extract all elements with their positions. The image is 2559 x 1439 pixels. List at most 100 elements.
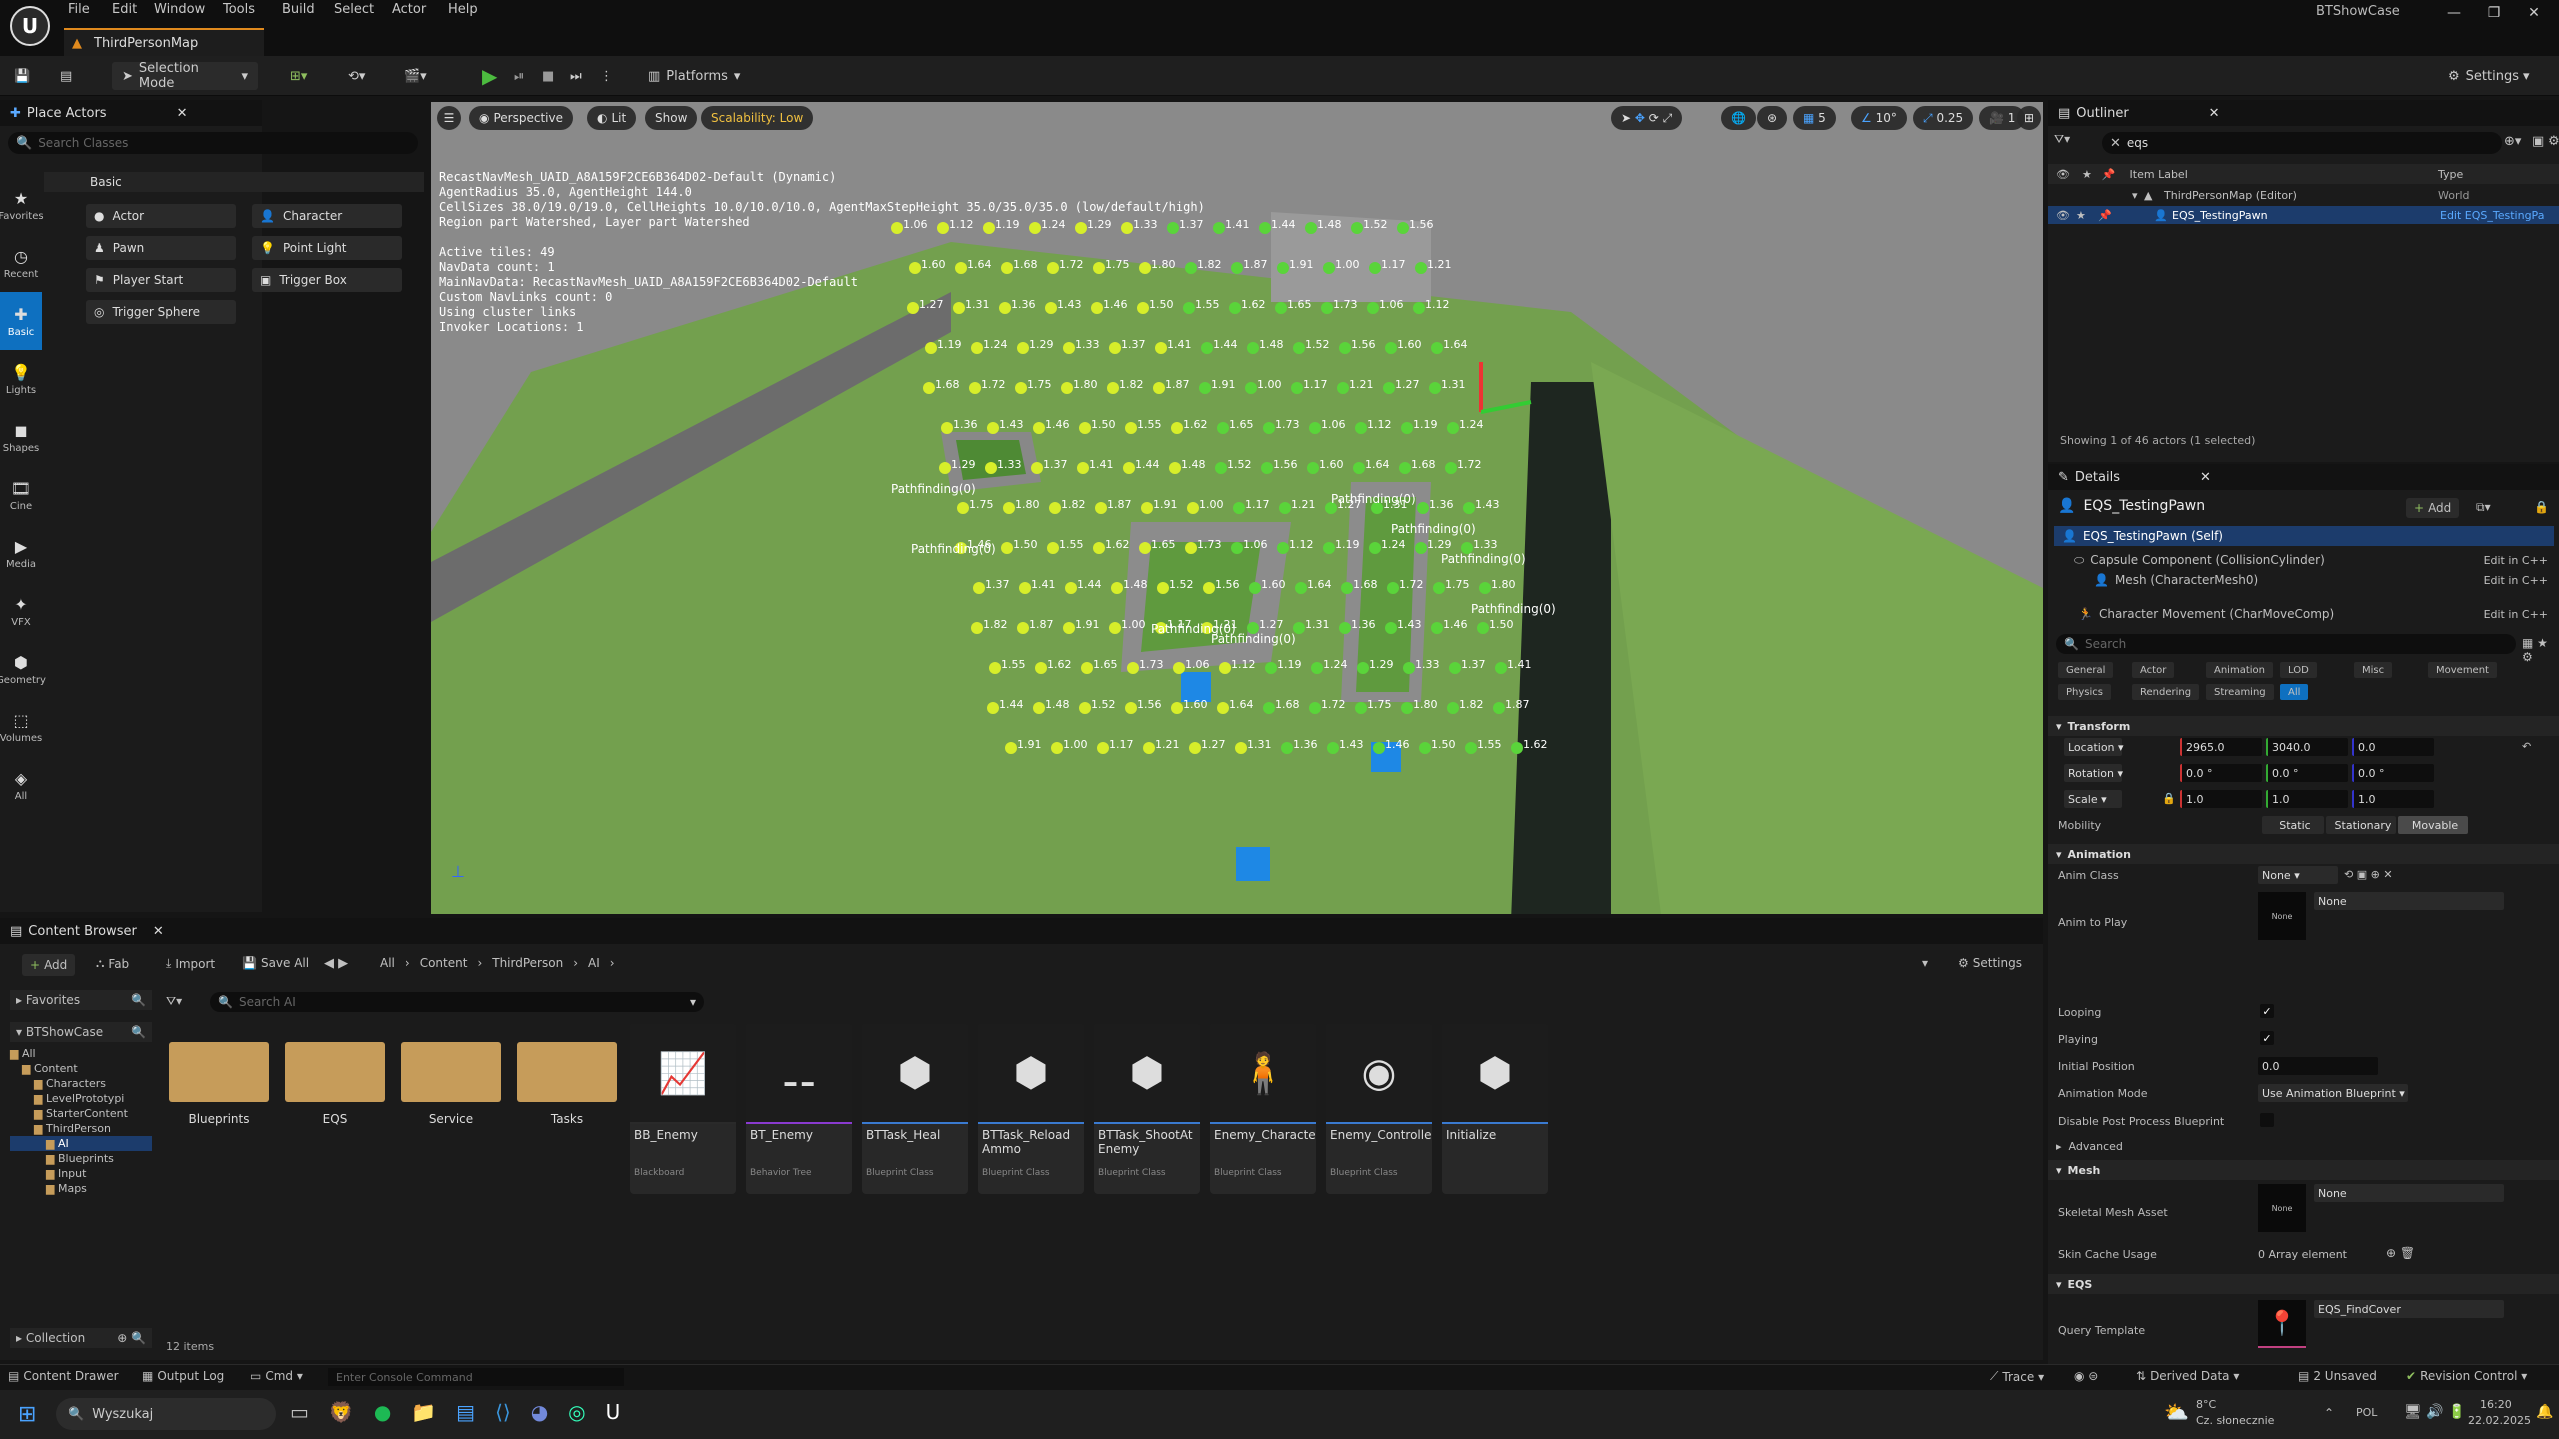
component-row[interactable]: ⬭ Capsule Component (CollisionCylinder) Ed… <box>2054 550 2554 570</box>
scalability-button[interactable]: Scalability: Low <box>701 106 814 130</box>
rotation-y-field[interactable]: 0.0 ° <box>2266 764 2348 782</box>
outliner-row-selected[interactable]: 👁 ★ 📌 👤 EQS_TestingPawn Edit EQS_Testing… <box>2048 206 2559 224</box>
eqs-section[interactable]: ▾ EQS <box>2048 1274 2559 1294</box>
menu-edit[interactable]: Edit <box>112 2 137 17</box>
anim-to-play-dropdown[interactable]: None <box>2314 892 2504 910</box>
menu-file[interactable]: File <box>68 2 90 17</box>
mobility-stationary[interactable]: Stationary <box>2326 816 2396 834</box>
rotation-x-field[interactable]: 0.0 ° <box>2180 764 2262 782</box>
category-recent[interactable]: ◷ Recent <box>0 234 42 292</box>
details-search-input[interactable]: 🔍 Search <box>2056 634 2516 654</box>
component-row-self[interactable]: 👤 EQS_TestingPawn (Self) <box>2054 526 2554 546</box>
filter-icon[interactable]: ⛛▾ <box>166 994 182 1009</box>
weather-icon[interactable]: ⛅ <box>2164 1400 2189 1424</box>
content-icon[interactable]: ▤ <box>60 62 72 90</box>
actor-item-point-light[interactable]: 💡 Point Light <box>252 236 402 260</box>
eject-icon[interactable]: ⏭ <box>570 62 582 90</box>
edit-cpp-link[interactable]: Edit in C++ <box>2484 574 2548 587</box>
discord-icon[interactable]: ◕ <box>531 1400 548 1424</box>
animation-section[interactable]: ▾ Animation <box>2048 844 2559 864</box>
clock-date[interactable]: 22.02.2025 <box>2468 1414 2531 1427</box>
edit-cpp-link[interactable]: Edit in C++ <box>2484 554 2548 567</box>
folder-tile[interactable]: Blueprints <box>166 1024 272 1194</box>
asset-tile[interactable]: ⬢ BTTask_ShootAt Enemy Blueprint Class <box>1094 1024 1200 1194</box>
scale-snap-button[interactable]: ⤢ 0.25 <box>1913 106 1974 130</box>
filter-chip[interactable]: Animation <box>2206 662 2273 678</box>
scale-dropdown[interactable]: Scale ▾ <box>2064 790 2122 808</box>
more-options-icon[interactable]: ⋮ <box>600 62 613 90</box>
import-button[interactable]: ⤓ Import <box>166 956 215 971</box>
asset-tile[interactable]: 🧍 Enemy_Character Blueprint Class <box>1210 1024 1316 1194</box>
filter-chip[interactable]: Misc <box>2354 662 2393 678</box>
tree-folder[interactable]: ▆ ThirdPerson <box>10 1121 152 1136</box>
menu-actor[interactable]: Actor <box>392 2 426 17</box>
category-lights[interactable]: 💡 Lights <box>0 350 42 408</box>
path-dropdown-icon[interactable]: ▾ <box>1922 956 1928 970</box>
spotify-icon[interactable]: ● <box>374 1400 391 1424</box>
actor-item-pawn[interactable]: ♟ Pawn <box>86 236 236 260</box>
asset-tile[interactable]: ⬢ BTTask_Reload Ammo Blueprint Class <box>978 1024 1084 1194</box>
scale-x-field[interactable]: 1.0 <box>2180 790 2262 808</box>
step-icon[interactable]: ⏯ <box>514 62 524 90</box>
asset-tile[interactable]: ◉ Enemy_Controller Blueprint Class <box>1326 1024 1432 1194</box>
asset-tile[interactable]: ⚋ BT_Enemy Behavior Tree <box>746 1024 852 1194</box>
breadcrumb-item[interactable]: ThirdPerson <box>492 956 563 970</box>
search-icon[interactable]: 🔍 <box>131 1025 146 1039</box>
maximize-icon[interactable]: ❐ <box>2474 0 2514 26</box>
clear-search-icon[interactable]: ✕ <box>2110 136 2121 151</box>
blueprints-icon[interactable]: ⟲▾ <box>348 62 365 90</box>
initial-position-field[interactable]: 0.0 <box>2258 1057 2378 1075</box>
actor-item-trigger-sphere[interactable]: ◎ Trigger Sphere <box>86 300 236 324</box>
filter-chip[interactable]: Actor <box>2132 662 2175 678</box>
collection-header[interactable]: ▸ Collection ⊕ 🔍 <box>10 1328 152 1348</box>
output-log-button[interactable]: ▦ Output Log <box>142 1369 224 1383</box>
edit-cpp-link[interactable]: Edit in C++ <box>2484 608 2548 621</box>
filter-chip[interactable]: Rendering <box>2132 684 2200 700</box>
brave-icon[interactable]: 🦁 <box>329 1400 354 1424</box>
tree-folder[interactable]: ▆ Characters <box>10 1076 152 1091</box>
close-tab-icon[interactable]: ✕ <box>177 106 188 121</box>
asset-tile[interactable]: ⬢ BTTask_Heal Blueprint Class <box>862 1024 968 1194</box>
close-icon[interactable]: ✕ <box>2514 0 2554 26</box>
tree-folder[interactable]: ▆ All <box>10 1046 152 1061</box>
surface-snap-icon[interactable]: ⊛ <box>1757 106 1788 130</box>
search-classes-input[interactable]: 🔍 Search Classes <box>8 132 418 154</box>
col-item-label[interactable]: Item Label <box>2130 168 2188 181</box>
component-row[interactable]: 🏃 Character Movement (CharMoveComp) Edit i… <box>2054 604 2554 624</box>
save-all-button[interactable]: 💾 Save All <box>242 956 309 970</box>
notifications-icon[interactable]: 🔔 <box>2536 1404 2553 1420</box>
menu-help[interactable]: Help <box>448 2 478 17</box>
notepad-icon[interactable]: ▤ <box>456 1400 475 1424</box>
tree-folder[interactable]: ▆ Maps <box>10 1181 152 1196</box>
menu-build[interactable]: Build <box>282 2 315 17</box>
content-browser-tab[interactable]: ▤ Content Browser ✕ <box>0 918 2043 944</box>
lock-icon[interactable]: 🔒 <box>2534 500 2549 514</box>
animation-mode-dropdown[interactable]: Use Animation Blueprint ▾ <box>2258 1084 2408 1102</box>
col-type[interactable]: Type <box>2438 168 2463 181</box>
viewport-menu-icon[interactable]: ☰ <box>437 106 461 130</box>
selection-mode-dropdown[interactable]: ➤ Selection Mode ▾ <box>112 61 258 91</box>
favorite-icon[interactable]: ★ <box>2076 209 2086 222</box>
anim-thumbnail[interactable]: None <box>2258 892 2306 940</box>
language-indicator[interactable]: POL <box>2356 1406 2377 1419</box>
lock-scale-icon[interactable]: 🔒 <box>2162 792 2176 805</box>
asset-actions-icon[interactable]: ⟲ ▣ ⊕ ✕ <box>2344 868 2393 881</box>
revision-control-button[interactable]: ✔ Revision Control ▾ <box>2406 1369 2527 1383</box>
category-volumes[interactable]: ⬚ Volumes <box>0 698 42 756</box>
playing-checkbox[interactable]: ✓ <box>2260 1031 2274 1045</box>
place-actors-tab[interactable]: ✚ Place Actors ✕ <box>0 100 262 126</box>
tab-map[interactable]: ▲ ThirdPersonMap <box>64 28 264 56</box>
category-geometry[interactable]: ⬢ Geometry <box>0 640 46 698</box>
close-tab-icon[interactable]: ✕ <box>2209 106 2220 121</box>
cb-settings-button[interactable]: ⚙ Settings <box>1958 956 2022 970</box>
add-actor-icon[interactable]: ⊞▾ <box>290 62 307 90</box>
add-component-button[interactable]: + Add <box>2406 498 2460 518</box>
cinematics-icon[interactable]: 🎬▾ <box>404 62 427 90</box>
content-drawer-button[interactable]: ▤ Content Drawer <box>8 1369 119 1383</box>
add-element-icon[interactable]: ⊕ 🗑 <box>2386 1246 2415 1260</box>
derived-data-button[interactable]: ⇅ Derived Data ▾ <box>2136 1369 2239 1383</box>
search-icon[interactable]: 🔍 <box>131 993 146 1007</box>
filter-chip[interactable]: General <box>2058 662 2114 678</box>
history-nav-icon[interactable]: ◀ ▶ <box>324 956 348 971</box>
lit-button[interactable]: ◐ Lit <box>587 106 637 130</box>
